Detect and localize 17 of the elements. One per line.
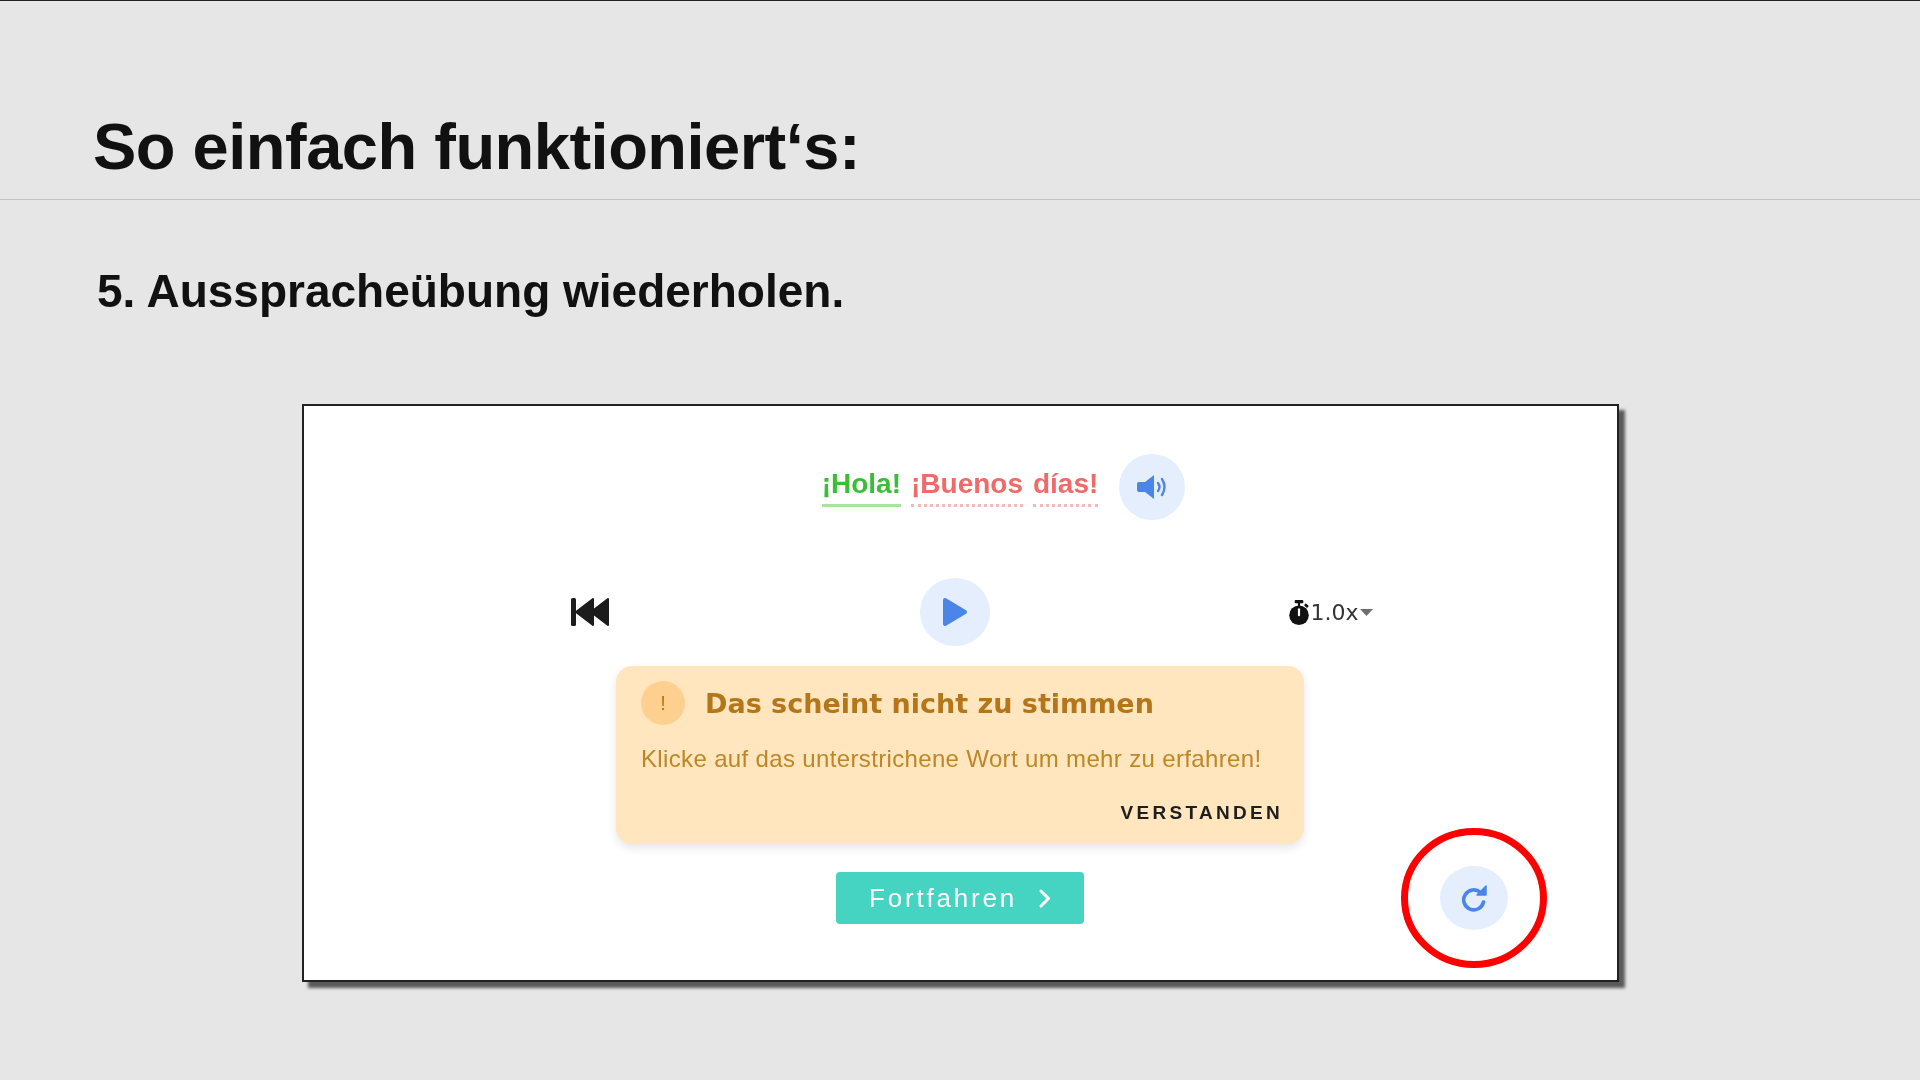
alert-message: Klicke auf das unterstrichene Wort um mehr zu erfahren!: [641, 745, 1263, 774]
spoken-word[interactable]: días!: [1033, 467, 1099, 507]
speaker-icon: [1136, 474, 1169, 501]
speed-select[interactable]: 1.0x: [1287, 599, 1373, 625]
skip-back-icon[interactable]: [570, 598, 610, 627]
spoken-word[interactable]: ¡Buenos: [911, 467, 1023, 507]
caret-icon: [1359, 608, 1373, 616]
spoken-word[interactable]: ¡Hola!: [821, 467, 901, 507]
alert-title: Das scheint nicht zu stimmen: [705, 687, 1154, 719]
dismiss-button[interactable]: VERSTANDEN: [1120, 802, 1283, 825]
play-icon: [941, 597, 968, 628]
step-heading: 5. Ausspracheübung wiederholen.: [97, 264, 845, 319]
warning-badge: !: [641, 681, 685, 726]
chevron-right-icon: [1038, 888, 1051, 908]
continue-button[interactable]: Fortfahren: [836, 872, 1084, 925]
slide-title: So einfach funktioniert‘s:: [93, 109, 861, 185]
stopwatch-icon: [1287, 599, 1310, 625]
